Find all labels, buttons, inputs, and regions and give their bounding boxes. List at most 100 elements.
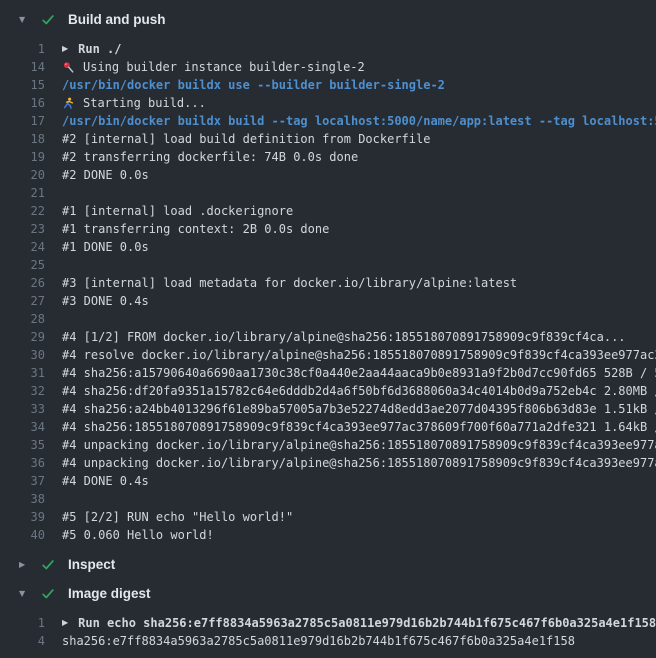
log-line: 34 #4 sha256:185518070891758909c9f839cf4… <box>0 418 656 436</box>
log-line: 16 Starting build... <box>0 94 656 112</box>
log-line: 32 #4 sha256:df20fa9351a15782c64e6dddb2d… <box>0 382 656 400</box>
log-line: 27 #3 DONE 0.4s <box>0 292 656 310</box>
line-number[interactable]: 21 <box>0 184 45 202</box>
log-line: 35 #4 unpacking docker.io/library/alpine… <box>0 436 656 454</box>
line-number[interactable]: 18 <box>0 130 45 148</box>
log-line: 15 /usr/bin/docker buildx use --builder … <box>0 76 656 94</box>
line-text: #4 DONE 0.4s <box>62 472 149 490</box>
line-text: /usr/bin/docker buildx build --tag local… <box>62 112 656 130</box>
line-number[interactable]: 37 <box>0 472 45 490</box>
chevron-icon[interactable]: ▶ <box>19 561 29 569</box>
line-text: Run ./ <box>78 40 121 58</box>
line-text: #4 sha256:df20fa9351a15782c64e6dddb2d4a6… <box>62 382 656 400</box>
line-number[interactable]: 23 <box>0 220 45 238</box>
line-text: #4 sha256:a15790640a6690aa1730c38cf0a440… <box>62 364 656 382</box>
log-line: 37 #4 DONE 0.4s <box>0 472 656 490</box>
log-line: 21 <box>0 184 656 202</box>
group-title: Image digest <box>68 586 151 601</box>
log-line: 33 #4 sha256:a24bb4013296f61e89ba57005a7… <box>0 400 656 418</box>
log-line: 17 /usr/bin/docker buildx build --tag lo… <box>0 112 656 130</box>
line-number[interactable]: 33 <box>0 400 45 418</box>
line-number[interactable]: 1 <box>0 40 45 58</box>
line-text: #1 transferring context: 2B 0.0s done <box>62 220 329 238</box>
group-body: 1 ▶ Run ./ 14 Using builder instance bui… <box>0 34 656 550</box>
check-success-icon <box>41 587 55 601</box>
line-number[interactable]: 15 <box>0 76 45 94</box>
check-success-icon <box>41 13 55 27</box>
group-header-image-digest[interactable]: ▼ Image digest <box>0 579 656 608</box>
line-number[interactable]: 30 <box>0 346 45 364</box>
line-text: #2 transferring dockerfile: 74B 0.0s don… <box>62 148 358 166</box>
log-line: 24 #1 DONE 0.0s <box>0 238 656 256</box>
line-text: sha256:e7ff8834a5963a2785c5a0811e979d16b… <box>62 632 575 650</box>
log-line: 30 #4 resolve docker.io/library/alpine@s… <box>0 346 656 364</box>
line-number[interactable]: 17 <box>0 112 45 130</box>
line-number[interactable]: 19 <box>0 148 45 166</box>
line-number[interactable]: 38 <box>0 490 45 508</box>
group-header-build-and-push[interactable]: ▼ Build and push <box>0 5 656 34</box>
log-line: 1 ▶ Run echo sha256:e7ff8834a5963a2785c5… <box>0 614 656 632</box>
line-text: #5 [2/2] RUN echo "Hello world!" <box>62 508 293 526</box>
line-text: #2 [internal] load build definition from… <box>62 130 430 148</box>
line-text: #1 [internal] load .dockerignore <box>62 202 293 220</box>
line-text: #3 [internal] load metadata for docker.i… <box>62 274 517 292</box>
log-line: 38 <box>0 490 656 508</box>
line-text: #3 DONE 0.4s <box>62 292 149 310</box>
line-text: #4 resolve docker.io/library/alpine@sha2… <box>62 346 656 364</box>
log-line: 39 #5 [2/2] RUN echo "Hello world!" <box>0 508 656 526</box>
line-text: #1 DONE 0.0s <box>62 238 149 256</box>
expand-arrow-icon[interactable]: ▶ <box>62 40 68 58</box>
line-number[interactable]: 31 <box>0 364 45 382</box>
group-header-inspect[interactable]: ▶ Inspect <box>0 550 656 579</box>
log-line: 25 <box>0 256 656 274</box>
log-line: 22 #1 [internal] load .dockerignore <box>0 202 656 220</box>
line-text: #2 DONE 0.0s <box>62 166 149 184</box>
line-text: Starting build... <box>83 94 206 112</box>
line-number[interactable]: 4 <box>0 632 45 650</box>
line-number[interactable]: 35 <box>0 436 45 454</box>
line-text: #4 [1/2] FROM docker.io/library/alpine@s… <box>62 328 626 346</box>
line-number[interactable]: 34 <box>0 418 45 436</box>
line-number[interactable]: 36 <box>0 454 45 472</box>
log-viewer: ▼ Build and push 1 ▶ Run ./ 14 Using bui… <box>0 5 656 656</box>
group-title: Inspect <box>68 557 115 572</box>
expand-arrow-icon[interactable]: ▶ <box>62 614 68 632</box>
line-text: #5 0.060 Hello world! <box>62 526 214 544</box>
line-number[interactable]: 1 <box>0 614 45 632</box>
log-line: 40 #5 0.060 Hello world! <box>0 526 656 544</box>
line-number[interactable]: 40 <box>0 526 45 544</box>
group-body: 1 ▶ Run echo sha256:e7ff8834a5963a2785c5… <box>0 608 656 656</box>
line-number[interactable]: 27 <box>0 292 45 310</box>
line-text: #4 sha256:a24bb4013296f61e89ba57005a7b3e… <box>62 400 656 418</box>
log-line: 19 #2 transferring dockerfile: 74B 0.0s … <box>0 148 656 166</box>
line-text: #4 unpacking docker.io/library/alpine@sh… <box>62 454 656 472</box>
line-number[interactable]: 20 <box>0 166 45 184</box>
line-number[interactable]: 16 <box>0 94 45 112</box>
line-number[interactable]: 39 <box>0 508 45 526</box>
line-number[interactable]: 25 <box>0 256 45 274</box>
chevron-icon[interactable]: ▼ <box>19 590 29 598</box>
line-number[interactable]: 22 <box>0 202 45 220</box>
step-group: ▼ Build and push 1 ▶ Run ./ 14 Using bui… <box>0 5 656 550</box>
line-text: #4 unpacking docker.io/library/alpine@sh… <box>62 436 656 454</box>
line-number[interactable]: 29 <box>0 328 45 346</box>
log-line: 31 #4 sha256:a15790640a6690aa1730c38cf0a… <box>0 364 656 382</box>
line-number[interactable]: 24 <box>0 238 45 256</box>
group-title: Build and push <box>68 12 166 27</box>
line-number[interactable]: 28 <box>0 310 45 328</box>
log-line: 23 #1 transferring context: 2B 0.0s done <box>0 220 656 238</box>
line-text: Using builder instance builder-single-2 <box>83 58 365 76</box>
log-line: 26 #3 [internal] load metadata for docke… <box>0 274 656 292</box>
log-line: 1 ▶ Run ./ <box>0 40 656 58</box>
line-number[interactable]: 14 <box>0 58 45 76</box>
check-success-icon <box>41 558 55 572</box>
step-group: ▼ Image digest 1 ▶ Run echo sha256:e7ff8… <box>0 579 656 656</box>
chevron-icon[interactable]: ▼ <box>19 16 29 24</box>
log-line: 28 <box>0 310 656 328</box>
log-line: 4 sha256:e7ff8834a5963a2785c5a0811e979d1… <box>0 632 656 650</box>
line-text: Run echo sha256:e7ff8834a5963a2785c5a081… <box>78 614 656 632</box>
runner-icon <box>62 97 75 110</box>
line-number[interactable]: 32 <box>0 382 45 400</box>
log-line: 18 #2 [internal] load build definition f… <box>0 130 656 148</box>
line-number[interactable]: 26 <box>0 274 45 292</box>
